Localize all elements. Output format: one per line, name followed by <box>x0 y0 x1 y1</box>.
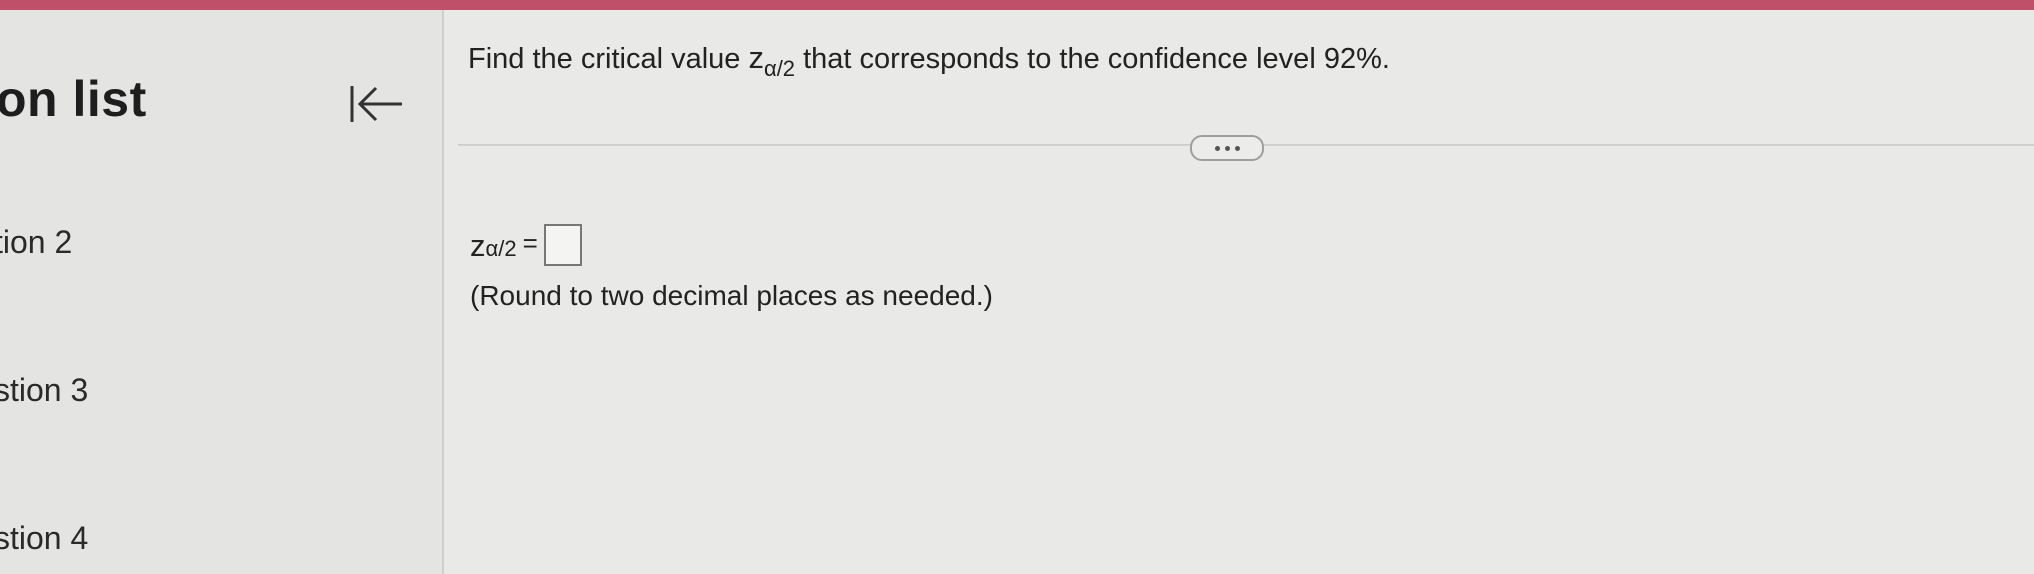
answer-row: z α/2 = <box>470 224 582 270</box>
more-options-dot <box>1234 145 1240 151</box>
question-z-subscript: α/2 <box>763 56 796 81</box>
question-list-sidebar: on list tion 2 stion 3 stion 4 <box>0 10 444 574</box>
answer-z-subscript: α/2 <box>485 236 517 261</box>
collapse-left-icon <box>350 86 402 122</box>
question-text: Find the critical value zα/2 that corres… <box>468 40 1390 81</box>
answer-z-symbol: z <box>470 228 486 263</box>
sidebar-item-question-4[interactable]: stion 4 <box>0 520 88 557</box>
top-accent-bar <box>0 0 2034 10</box>
question-z-symbol: z <box>748 40 764 75</box>
more-options-button[interactable] <box>1190 135 1264 161</box>
sidebar-item-question-2[interactable]: tion 2 <box>0 224 72 261</box>
rounding-hint: (Round to two decimal places as needed.) <box>470 280 993 311</box>
question-panel: Find the critical value zα/2 that corres… <box>444 10 2034 574</box>
question-suffix: that corresponds to the confidence level… <box>795 43 1390 75</box>
sidebar-item-question-3[interactable]: stion 3 <box>0 372 88 409</box>
answer-input[interactable] <box>543 224 582 266</box>
question-prefix: Find the critical value <box>468 43 749 75</box>
sidebar-title: on list <box>0 71 147 127</box>
collapse-sidebar-button[interactable] <box>345 72 409 136</box>
more-options-dot <box>1224 145 1230 151</box>
answer-equals: = <box>522 228 538 258</box>
more-options-icon <box>1214 145 1220 151</box>
